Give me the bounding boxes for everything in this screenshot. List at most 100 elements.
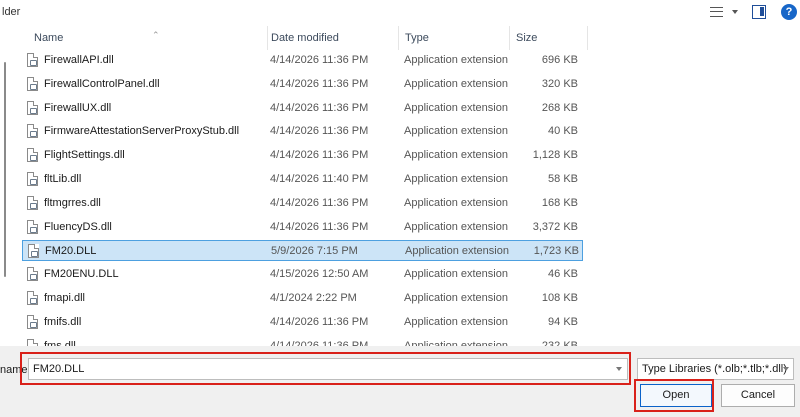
file-size: 168 KB xyxy=(541,196,578,209)
file-date: 4/14/2026 11:36 PM xyxy=(270,101,369,114)
dll-file-icon xyxy=(27,124,38,139)
file-date: 4/1/2024 2:22 PM xyxy=(270,292,357,304)
file-date: 4/14/2026 11:36 PM xyxy=(270,196,369,209)
file-type: Application extension xyxy=(404,196,508,209)
column-type-label: Type xyxy=(405,32,429,44)
help-icon[interactable]: ? xyxy=(781,4,797,20)
file-name: FirmwareAttestationServerProxyStub.dll xyxy=(44,125,240,138)
view-menu-button[interactable] xyxy=(710,6,744,20)
filename-input[interactable]: FM20.DLL xyxy=(28,358,628,380)
filename-dropdown-icon[interactable] xyxy=(616,367,622,371)
file-type: Application extension xyxy=(404,292,508,304)
file-list-area: Name ⌃ Date modified Type Size FirewallA… xyxy=(0,26,800,346)
file-date: 4/14/2026 11:36 PM xyxy=(270,149,369,162)
file-type: Application extension xyxy=(404,77,508,90)
file-size: 696 KB xyxy=(541,54,578,66)
file-type-select[interactable]: Type Libraries (*.olb;*.tlb;*.dll) xyxy=(637,358,794,380)
table-row[interactable]: fmifs.dll 4/14/2026 11:36 PM Application e… xyxy=(22,312,583,333)
dll-file-icon xyxy=(27,219,38,234)
dll-file-icon xyxy=(27,100,38,115)
preview-pane-icon[interactable] xyxy=(752,5,766,19)
dialog-footer: name: FM20.DLL Type Libraries (*.olb;*.t… xyxy=(0,346,800,417)
table-row[interactable]: fltmgrres.dll 4/14/2026 11:36 PM Applicati… xyxy=(22,193,583,214)
file-type: Application extension xyxy=(404,101,508,114)
file-size: 1,128 KB xyxy=(532,149,578,162)
column-size-header[interactable]: Size xyxy=(510,26,588,50)
file-name: fms.dll xyxy=(44,339,76,346)
column-header: Name ⌃ Date modified Type Size xyxy=(22,26,588,50)
file-date: 4/14/2026 11:36 PM xyxy=(270,339,369,346)
file-type: Application extension xyxy=(404,268,508,281)
dll-file-icon xyxy=(27,53,38,67)
file-name: fmapi.dll xyxy=(44,292,85,304)
table-row[interactable]: fltLib.dll 4/14/2026 11:40 PM Application … xyxy=(22,169,583,190)
file-name: FM20.DLL xyxy=(45,245,97,258)
file-type: Application extension xyxy=(404,220,508,233)
file-name: FirewallControlPanel.dll xyxy=(44,77,160,90)
table-row[interactable]: FirewallUX.dll 4/14/2026 11:36 PM Applicat… xyxy=(22,98,583,119)
file-type: Application extension xyxy=(404,149,508,162)
chevron-down-icon xyxy=(732,10,738,14)
dll-file-icon xyxy=(28,244,39,259)
file-size: 108 KB xyxy=(541,292,578,304)
file-type: Application extension xyxy=(405,245,509,258)
table-row[interactable]: fms.dll 4/14/2026 11:36 PM Application ext… xyxy=(22,336,583,346)
dll-file-icon xyxy=(27,291,38,305)
file-size: 320 KB xyxy=(541,77,578,90)
file-list: Name ⌃ Date modified Type Size FirewallA… xyxy=(22,26,588,346)
column-date-header[interactable]: Date modified xyxy=(265,26,399,50)
file-name: fltmgrres.dll xyxy=(44,196,101,209)
file-date: 4/14/2026 11:36 PM xyxy=(270,315,369,328)
table-row-selected[interactable]: FM20.DLL 5/9/2026 7:15 PM Application exte… xyxy=(22,240,583,262)
file-size: 94 KB xyxy=(548,315,578,328)
dll-file-icon xyxy=(27,338,38,346)
file-size: 46 KB xyxy=(548,268,578,281)
file-date: 4/14/2026 11:36 PM xyxy=(270,220,369,233)
sort-ascending-icon: ⌃ xyxy=(152,30,160,40)
file-name: FM20ENU.DLL xyxy=(44,268,119,281)
file-size: 3,372 KB xyxy=(532,220,578,233)
table-row[interactable]: FluencyDS.dll 4/14/2026 11:36 PM Applicati… xyxy=(22,217,583,238)
file-size: 58 KB xyxy=(548,173,578,185)
file-size: 232 KB xyxy=(541,339,578,346)
dll-file-icon xyxy=(27,76,38,91)
file-date: 4/14/2026 11:40 PM xyxy=(270,173,369,185)
dialog-title: lder xyxy=(2,6,21,18)
cancel-button[interactable]: Cancel xyxy=(721,384,795,407)
file-date: 4/14/2026 11:36 PM xyxy=(270,125,369,138)
file-size: 40 KB xyxy=(548,125,578,138)
dll-file-icon xyxy=(27,314,38,329)
column-date-label: Date modified xyxy=(271,32,339,44)
file-type: Application extension xyxy=(404,339,508,346)
file-date: 4/14/2026 11:36 PM xyxy=(270,77,369,90)
column-name-header[interactable]: Name ⌃ xyxy=(28,26,268,50)
table-row[interactable]: FirmwareAttestationServerProxyStub.dll 4/… xyxy=(22,121,583,142)
file-type: Application extension xyxy=(404,173,508,185)
open-button[interactable]: Open xyxy=(640,384,712,407)
file-name: FlightSettings.dll xyxy=(44,149,125,162)
file-name: fltLib.dll xyxy=(44,173,82,185)
table-row[interactable]: FM20ENU.DLL 4/15/2026 12:50 AM Application… xyxy=(22,264,583,285)
dll-file-icon xyxy=(27,267,38,282)
file-name: FirewallAPI.dll xyxy=(44,54,114,66)
file-type: Application extension xyxy=(404,315,508,328)
dll-file-icon xyxy=(27,195,38,210)
column-size-label: Size xyxy=(516,32,538,44)
file-type: Application extension xyxy=(404,125,508,138)
column-type-header[interactable]: Type xyxy=(399,26,510,50)
dll-file-icon xyxy=(27,172,38,186)
file-size: 1,723 KB xyxy=(533,245,579,258)
file-name: FluencyDS.dll xyxy=(44,220,112,233)
file-type-dropdown-icon[interactable] xyxy=(783,367,789,371)
table-row[interactable]: FlightSettings.dll 4/14/2026 11:36 PM Appl… xyxy=(22,145,583,166)
scrollbar[interactable] xyxy=(4,62,6,277)
file-date: 5/9/2026 7:15 PM xyxy=(271,245,358,258)
file-type: Application extension xyxy=(404,54,508,66)
filename-label: name: xyxy=(0,364,31,376)
table-row[interactable]: FirewallControlPanel.dll 4/14/2026 11:36 … xyxy=(22,74,583,95)
file-date: 4/14/2026 11:36 PM xyxy=(270,54,369,66)
file-date: 4/15/2026 12:50 AM xyxy=(270,268,369,281)
file-size: 268 KB xyxy=(541,101,578,114)
table-row[interactable]: FirewallAPI.dll 4/14/2026 11:36 PM Applica… xyxy=(22,50,583,71)
table-row[interactable]: fmapi.dll 4/1/2024 2:22 PM Application ext… xyxy=(22,288,583,309)
